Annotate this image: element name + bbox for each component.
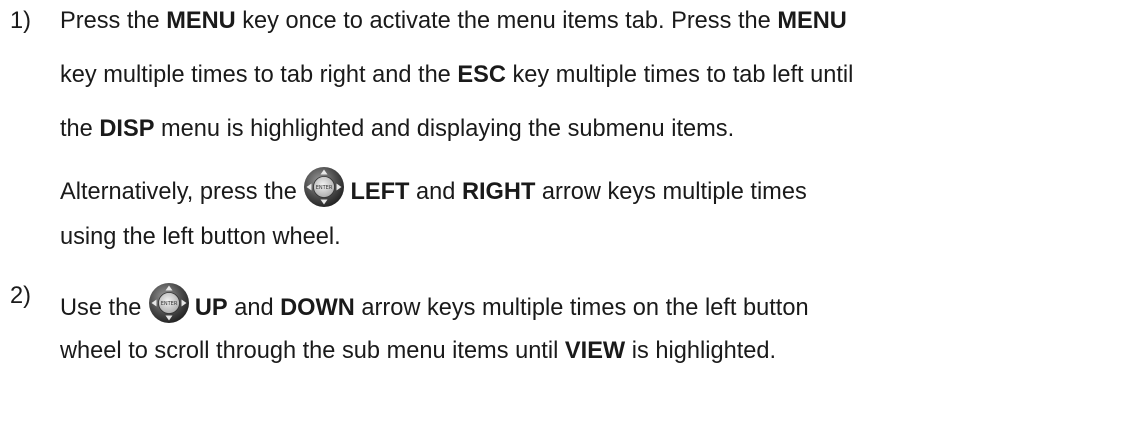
step-1-line-5: using the left button wheel. [60, 224, 341, 250]
step-1-line-2: key multiple times to tab right and the … [60, 62, 854, 88]
key-name-right: RIGHT [461, 179, 536, 205]
key-name-down: DOWN [280, 295, 355, 321]
step-1-line-1: Press the MENU key once to activate the … [60, 8, 847, 34]
step-number: 1) [10, 8, 31, 34]
button-wheel-icon [148, 282, 190, 324]
step-2-line-1: Use the UP and DOWN arrow keys multiple … [60, 282, 809, 324]
key-name-up: UP [194, 295, 228, 321]
step-1-line-3: the DISP menu is highlighted and display… [60, 116, 735, 142]
key-name-esc: ESC [457, 62, 506, 88]
key-name-menu: MENU [166, 8, 236, 34]
step-1-line-4: Alternatively, press the LEFT and RIGHT … [60, 166, 807, 208]
menu-item-view: VIEW [564, 338, 626, 364]
step-number: 2) [10, 283, 31, 309]
instruction-document: 1) Press the MENU key once to activate t… [0, 0, 1140, 425]
key-name-left: LEFT [350, 179, 410, 205]
button-wheel-icon [303, 166, 345, 208]
menu-name-disp: DISP [99, 116, 155, 142]
step-2-line-2: wheel to scroll through the sub menu ite… [60, 338, 777, 364]
key-name-menu: MENU [777, 8, 847, 34]
